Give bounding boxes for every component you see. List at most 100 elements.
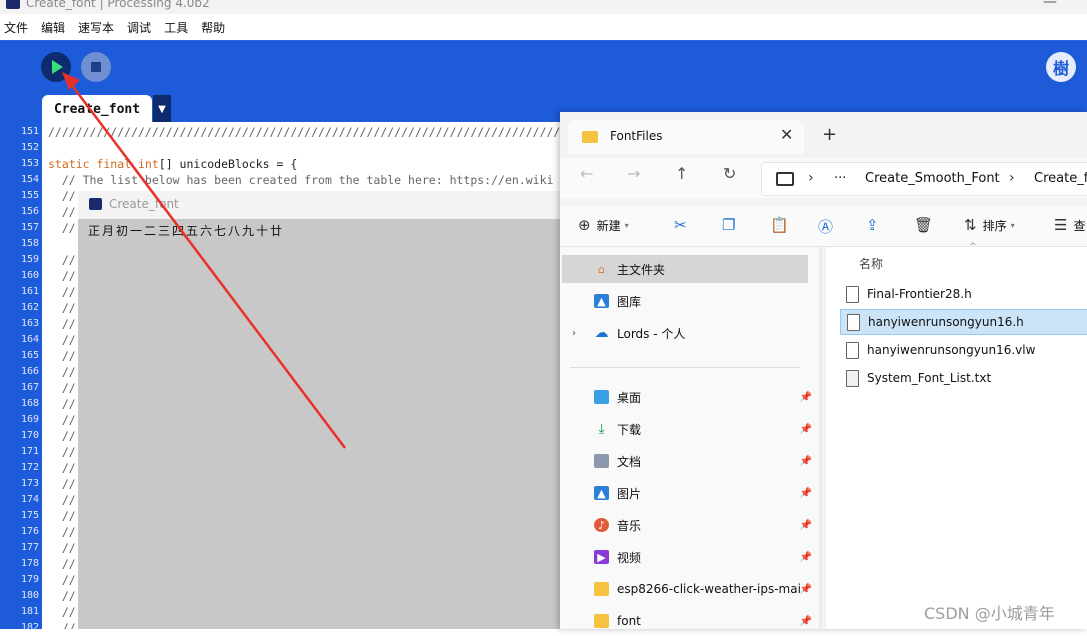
forward-button[interactable]: → <box>627 164 640 183</box>
line-number: 173 <box>20 478 39 489</box>
mode-selector-button[interactable]: 樹 <box>1046 52 1076 82</box>
file-icon <box>847 313 860 331</box>
menu-debug[interactable]: 调试 <box>127 19 151 36</box>
new-button[interactable]: ⊕ 新建 ▾ <box>578 216 629 234</box>
view-button[interactable]: ☰ 查 <box>1054 216 1085 234</box>
menu-tools[interactable]: 工具 <box>164 19 188 36</box>
pin-icon[interactable]: 📌 <box>800 520 812 531</box>
line-number: 169 <box>20 414 39 425</box>
back-button[interactable]: ← <box>580 164 593 183</box>
close-icon[interactable]: ✕ <box>780 125 793 144</box>
code-line: static final int[] unicodeBlocks = { <box>48 156 297 172</box>
file-row-selected[interactable]: hanyiwenrunsongyun16.h <box>840 309 1087 335</box>
sidebar-item-desktop[interactable]: 桌面 📌 <box>594 383 818 411</box>
breadcrumb-create-smooth-font[interactable]: Create_Smooth_Font <box>865 171 1000 186</box>
line-number: 181 <box>20 606 39 617</box>
new-tab-button[interactable]: + <box>822 124 837 145</box>
sidebar-item-label: 图片 <box>617 486 642 501</box>
folder-icon <box>594 582 609 596</box>
sidebar-item-label: 音乐 <box>617 518 642 533</box>
pin-icon[interactable]: 📌 <box>800 552 812 563</box>
up-button[interactable]: ↑ <box>675 164 688 183</box>
tab-menu-button[interactable]: ▼ <box>153 95 171 123</box>
tab-create-font[interactable]: Create_font <box>42 95 152 123</box>
rename-icon: Ⓐ <box>818 218 834 236</box>
line-number: 165 <box>20 350 39 361</box>
sidebar-item-label: 文档 <box>617 454 642 469</box>
pin-icon[interactable]: 📌 <box>800 392 812 403</box>
sidebar-item-label: font <box>617 614 641 628</box>
sidebar-item-downloads[interactable]: ⤓ 下载 📌 <box>594 415 818 443</box>
ide-title-bar: Create_font | Processing 4.0b2 — <box>0 0 1087 14</box>
pin-icon[interactable]: 📌 <box>800 456 812 467</box>
column-header-name[interactable]: 名称 <box>859 255 883 272</box>
sidebar-item-gallery[interactable]: ▲ 图库 <box>594 287 818 315</box>
line-number: 174 <box>20 494 39 505</box>
sidebar-item-home[interactable]: ⌂ 主文件夹 <box>562 255 808 283</box>
sidebar-item-esp8266-folder[interactable]: esp8266-click-weather-ips-mai 📌 <box>594 575 818 603</box>
play-icon <box>52 60 63 74</box>
stop-icon <box>91 62 101 72</box>
pin-icon[interactable]: 📌 <box>800 488 812 499</box>
processing-app-icon <box>89 198 102 210</box>
sketch-window-title: Create_font <box>109 197 179 211</box>
chevron-right-icon[interactable]: › <box>572 328 576 339</box>
run-button[interactable] <box>41 52 71 82</box>
sidebar-item-font-folder[interactable]: font 📌 <box>594 607 818 629</box>
paste-button[interactable]: 📋 <box>770 216 795 234</box>
sidebar-item-pictures[interactable]: ▲ 图片 📌 <box>594 479 818 507</box>
gallery-icon: ▲ <box>594 294 609 308</box>
menu-file[interactable]: 文件 <box>4 19 28 36</box>
line-number: 167 <box>20 382 39 393</box>
sort-button[interactable]: ⇅ 排序 ▾ <box>964 216 1015 234</box>
line-number: 168 <box>20 398 39 409</box>
sketch-window[interactable]: Create_font 正月初一二三四五六七八九十廿 <box>78 191 560 629</box>
file-explorer-window: FontFiles ✕ + ← → ↑ ↻ › ··· Create_Smoot… <box>560 112 1087 629</box>
scissors-icon: ✂ <box>674 216 687 234</box>
breadcrumb-create-font[interactable]: Create_fo <box>1034 171 1087 186</box>
list-view-icon: ☰ <box>1054 216 1068 234</box>
file-row[interactable]: System_Font_List.txt <box>840 366 1087 390</box>
delete-button[interactable]: 🗑 <box>914 216 939 234</box>
sidebar-item-label: esp8266-click-weather-ips-mai <box>617 582 801 596</box>
file-name: System_Font_List.txt <box>867 371 992 385</box>
file-row[interactable]: Final-Frontier28.h <box>840 282 1087 306</box>
menu-edit[interactable]: 编辑 <box>41 19 65 36</box>
line-number: 175 <box>20 510 39 521</box>
line-number: 163 <box>20 318 39 329</box>
cut-button[interactable]: ✂ <box>674 216 693 234</box>
chevron-down-icon: ▾ <box>624 220 629 230</box>
menu-help[interactable]: 帮助 <box>201 19 225 36</box>
breadcrumb-more[interactable]: ··· <box>834 171 846 186</box>
address-bar[interactable]: › ··· Create_Smooth_Font › Create_fo <box>761 162 1087 196</box>
line-number: 172 <box>20 462 39 473</box>
stop-button[interactable] <box>81 52 111 82</box>
sidebar-item-documents[interactable]: 文档 📌 <box>594 447 818 475</box>
explorer-tab[interactable]: FontFiles ✕ <box>568 120 804 154</box>
file-icon <box>846 341 859 359</box>
rename-button[interactable]: Ⓐ <box>818 216 839 237</box>
sidebar-item-onedrive[interactable]: › ☁ Lords - 个人 <box>572 319 818 347</box>
minimize-icon[interactable]: — <box>1043 0 1057 10</box>
pin-icon[interactable]: 📌 <box>800 584 812 595</box>
csdn-watermark: CSDN @小城青年 <box>924 604 1055 623</box>
computer-icon <box>776 172 794 186</box>
copy-button[interactable]: ❐ <box>722 216 741 234</box>
sidebar-divider <box>570 367 800 368</box>
sort-icon: ⇅ <box>964 216 977 234</box>
sketch-title-bar[interactable]: Create_font <box>78 191 560 219</box>
share-button[interactable]: ⇪ <box>866 216 885 234</box>
menu-sketch[interactable]: 速写本 <box>78 19 114 36</box>
processing-app-icon <box>6 0 20 9</box>
sidebar-item-music[interactable]: ♪ 音乐 📌 <box>594 511 818 539</box>
pin-icon[interactable]: 📌 <box>800 616 812 627</box>
folder-icon <box>594 614 609 628</box>
navigation-pane-scrollbar[interactable] <box>819 247 822 629</box>
sidebar-item-videos[interactable]: ▶ 视频 📌 <box>594 543 818 571</box>
line-number: 157 <box>20 222 39 233</box>
refresh-button[interactable]: ↻ <box>723 164 736 183</box>
pin-icon[interactable]: 📌 <box>800 424 812 435</box>
download-icon: ⤓ <box>598 421 605 437</box>
file-row[interactable]: hanyiwenrunsongyun16.vlw <box>840 338 1087 362</box>
sidebar-item-label: 视频 <box>617 550 642 565</box>
